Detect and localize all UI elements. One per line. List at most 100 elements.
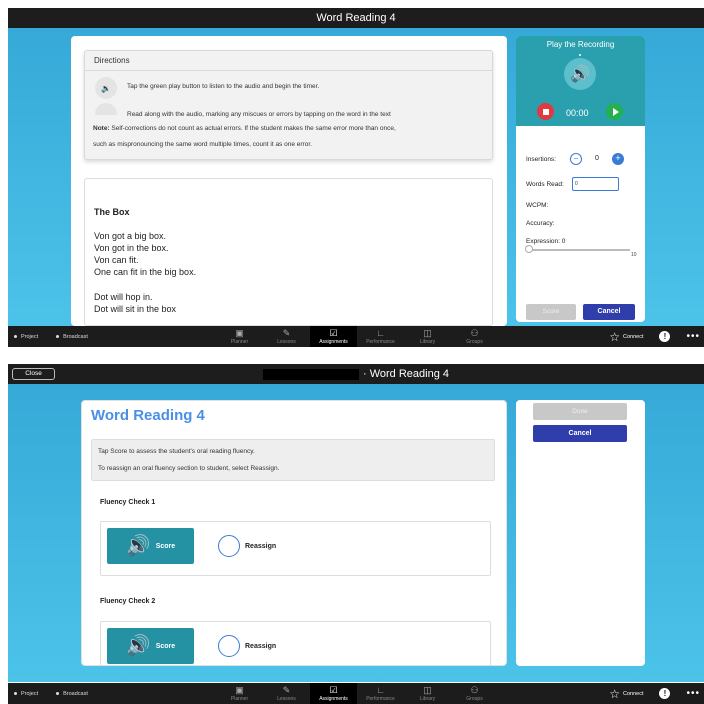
- project-label: Project: [21, 690, 39, 697]
- window-title: Word Reading 4: [8, 8, 704, 28]
- timer: 00:00: [566, 108, 589, 118]
- broadcast-item[interactable]: Broadcast: [56, 334, 88, 340]
- bottom-bar: Project Broadcast ▣ Planner ✎ Lessons ☑ Ass…: [8, 683, 704, 704]
- stop-button[interactable]: [537, 103, 554, 120]
- fluency-check-2-label: Fluency Check 2: [100, 598, 156, 605]
- cancel-button[interactable]: Cancel: [533, 425, 627, 442]
- tab-performance[interactable]: ∟ Performance: [357, 326, 404, 347]
- score-label: Score: [155, 542, 176, 550]
- tab-planner[interactable]: ▣ Planner: [216, 326, 263, 347]
- reassign-option[interactable]: Reassign: [218, 635, 276, 657]
- connect-label: Connect: [622, 690, 644, 697]
- tab-assignments[interactable]: ☑ Assignments: [310, 683, 357, 704]
- dot-icon: [14, 335, 17, 338]
- words-read-input[interactable]: 0: [572, 177, 619, 191]
- story-word-line[interactable]: Von can fit.: [94, 255, 139, 265]
- edit-icon: ✎: [282, 328, 291, 338]
- tab-groups[interactable]: ⚇ Groups: [451, 326, 498, 347]
- project-item[interactable]: Project: [14, 334, 38, 340]
- dot-icon: [56, 692, 60, 695]
- story-word-line[interactable]: One can fit in the big box.: [94, 267, 196, 277]
- info-icon[interactable]: !: [659, 331, 671, 342]
- tab-label: Lessons: [277, 696, 296, 702]
- reassign-radio[interactable]: [218, 535, 240, 557]
- main-card: Word Reading 4 Tap Score to assess the s…: [81, 400, 507, 666]
- speaker-icon[interactable]: 🔉: [95, 77, 117, 99]
- insertions-label: Insertions:: [526, 156, 556, 163]
- tab-lessons[interactable]: ✎ Lessons: [263, 326, 310, 347]
- connect-button[interactable]: ☆ Connect: [609, 687, 643, 701]
- tab-label: Planner: [230, 339, 249, 345]
- story-word-line[interactable]: Dot will sit in the box: [94, 304, 176, 314]
- tab-performance[interactable]: ∟ Performance: [357, 683, 404, 704]
- more-icon[interactable]: •••: [686, 688, 700, 699]
- tab-assignments[interactable]: ☑ Assignments: [310, 326, 357, 347]
- direction-note-2: such as mispronouncing the same word mul…: [93, 141, 312, 148]
- instruction-line-1: Tap Score to assess the student's oral r…: [98, 448, 255, 455]
- reassign-label: Reassign: [245, 542, 277, 550]
- done-button[interactable]: Done: [533, 403, 627, 420]
- story-word-line[interactable]: Von got a big box.: [94, 231, 166, 241]
- insertions-increment-button[interactable]: +: [612, 153, 624, 165]
- directions-header: Directions: [85, 51, 492, 71]
- info-icon[interactable]: !: [659, 688, 671, 699]
- broadcast-item[interactable]: Broadcast: [56, 691, 88, 697]
- window-title: · Word Reading 4: [362, 368, 449, 380]
- note-text: Self-corrections do not count as actual …: [111, 125, 396, 132]
- reassign-label: Reassign: [245, 642, 277, 650]
- tab-label: Performance: [366, 339, 395, 345]
- tab-library[interactable]: ◫ Library: [404, 326, 451, 347]
- connect-label: Connect: [622, 333, 644, 340]
- story-word-line[interactable]: Dot will hop in.: [94, 292, 153, 302]
- accuracy-label: Accuracy:: [526, 220, 555, 227]
- bottom-bar: Project Broadcast ▣ Planner ✎ Lessons ☑ Ass…: [8, 326, 704, 347]
- direction-note: Note: Self-corrections do not count as a…: [93, 125, 396, 132]
- groups-icon: ⚇: [470, 328, 479, 338]
- direction-line-2: Read along with the audio, marking any m…: [127, 111, 391, 118]
- score-button[interactable]: 🔊 Score: [107, 628, 194, 664]
- content-area: Word Reading 4 Tap Score to assess the s…: [8, 384, 704, 682]
- stop-icon: [542, 108, 549, 115]
- more-icon[interactable]: •••: [686, 331, 700, 342]
- recording-panel: Play the Recording 🔊 00:00 Insertions: −…: [516, 36, 645, 322]
- play-button[interactable]: [606, 103, 623, 120]
- cancel-button[interactable]: Cancel: [583, 304, 635, 320]
- tab-label: Performance: [366, 696, 395, 702]
- checkbox-icon: ☑: [329, 685, 338, 695]
- tab-lessons[interactable]: ✎ Lessons: [263, 683, 310, 704]
- speaker-icon: 🔊: [564, 58, 596, 90]
- story-passage: The Box Von got a big box. Von got in th…: [84, 178, 493, 326]
- fluency-check-1: 🔊 Score Reassign: [100, 521, 491, 576]
- project-item[interactable]: Project: [14, 691, 38, 697]
- expression-max: 10: [631, 252, 637, 258]
- project-label: Project: [21, 333, 39, 340]
- score-label: Score: [155, 642, 176, 650]
- fluency-check-1-label: Fluency Check 1: [100, 499, 156, 506]
- tab-planner[interactable]: ▣ Planner: [216, 683, 263, 704]
- insertions-value: 0: [595, 155, 599, 162]
- dot-icon: [56, 335, 60, 338]
- speaker-icon-2[interactable]: [95, 103, 117, 115]
- expression-slider[interactable]: [528, 249, 630, 251]
- wcpm-label: WCPM:: [526, 202, 549, 209]
- recording-header: Play the Recording 🔊 00:00: [516, 36, 645, 126]
- insertions-decrement-button[interactable]: −: [570, 153, 582, 165]
- score-button[interactable]: Score: [526, 304, 576, 320]
- edit-icon: ✎: [282, 685, 291, 695]
- close-button[interactable]: Close: [12, 368, 55, 380]
- tab-groups[interactable]: ⚇ Groups: [451, 683, 498, 704]
- tab-label: Library: [419, 339, 436, 345]
- chart-icon: ∟: [376, 328, 385, 338]
- book-icon: ◫: [423, 685, 432, 695]
- tab-library[interactable]: ◫ Library: [404, 683, 451, 704]
- expression-slider-handle[interactable]: [525, 245, 533, 253]
- connect-button[interactable]: ☆ Connect: [609, 330, 643, 344]
- story-word-line[interactable]: Von got in the box.: [94, 243, 169, 253]
- tab-label: Groups: [466, 696, 483, 702]
- instructions-box: Tap Score to assess the student's oral r…: [91, 439, 495, 481]
- story-title: The Box: [94, 207, 130, 217]
- play-icon: [612, 107, 619, 116]
- score-button[interactable]: 🔊 Score: [107, 528, 194, 564]
- reassign-radio[interactable]: [218, 635, 240, 657]
- reassign-option[interactable]: Reassign: [218, 535, 276, 557]
